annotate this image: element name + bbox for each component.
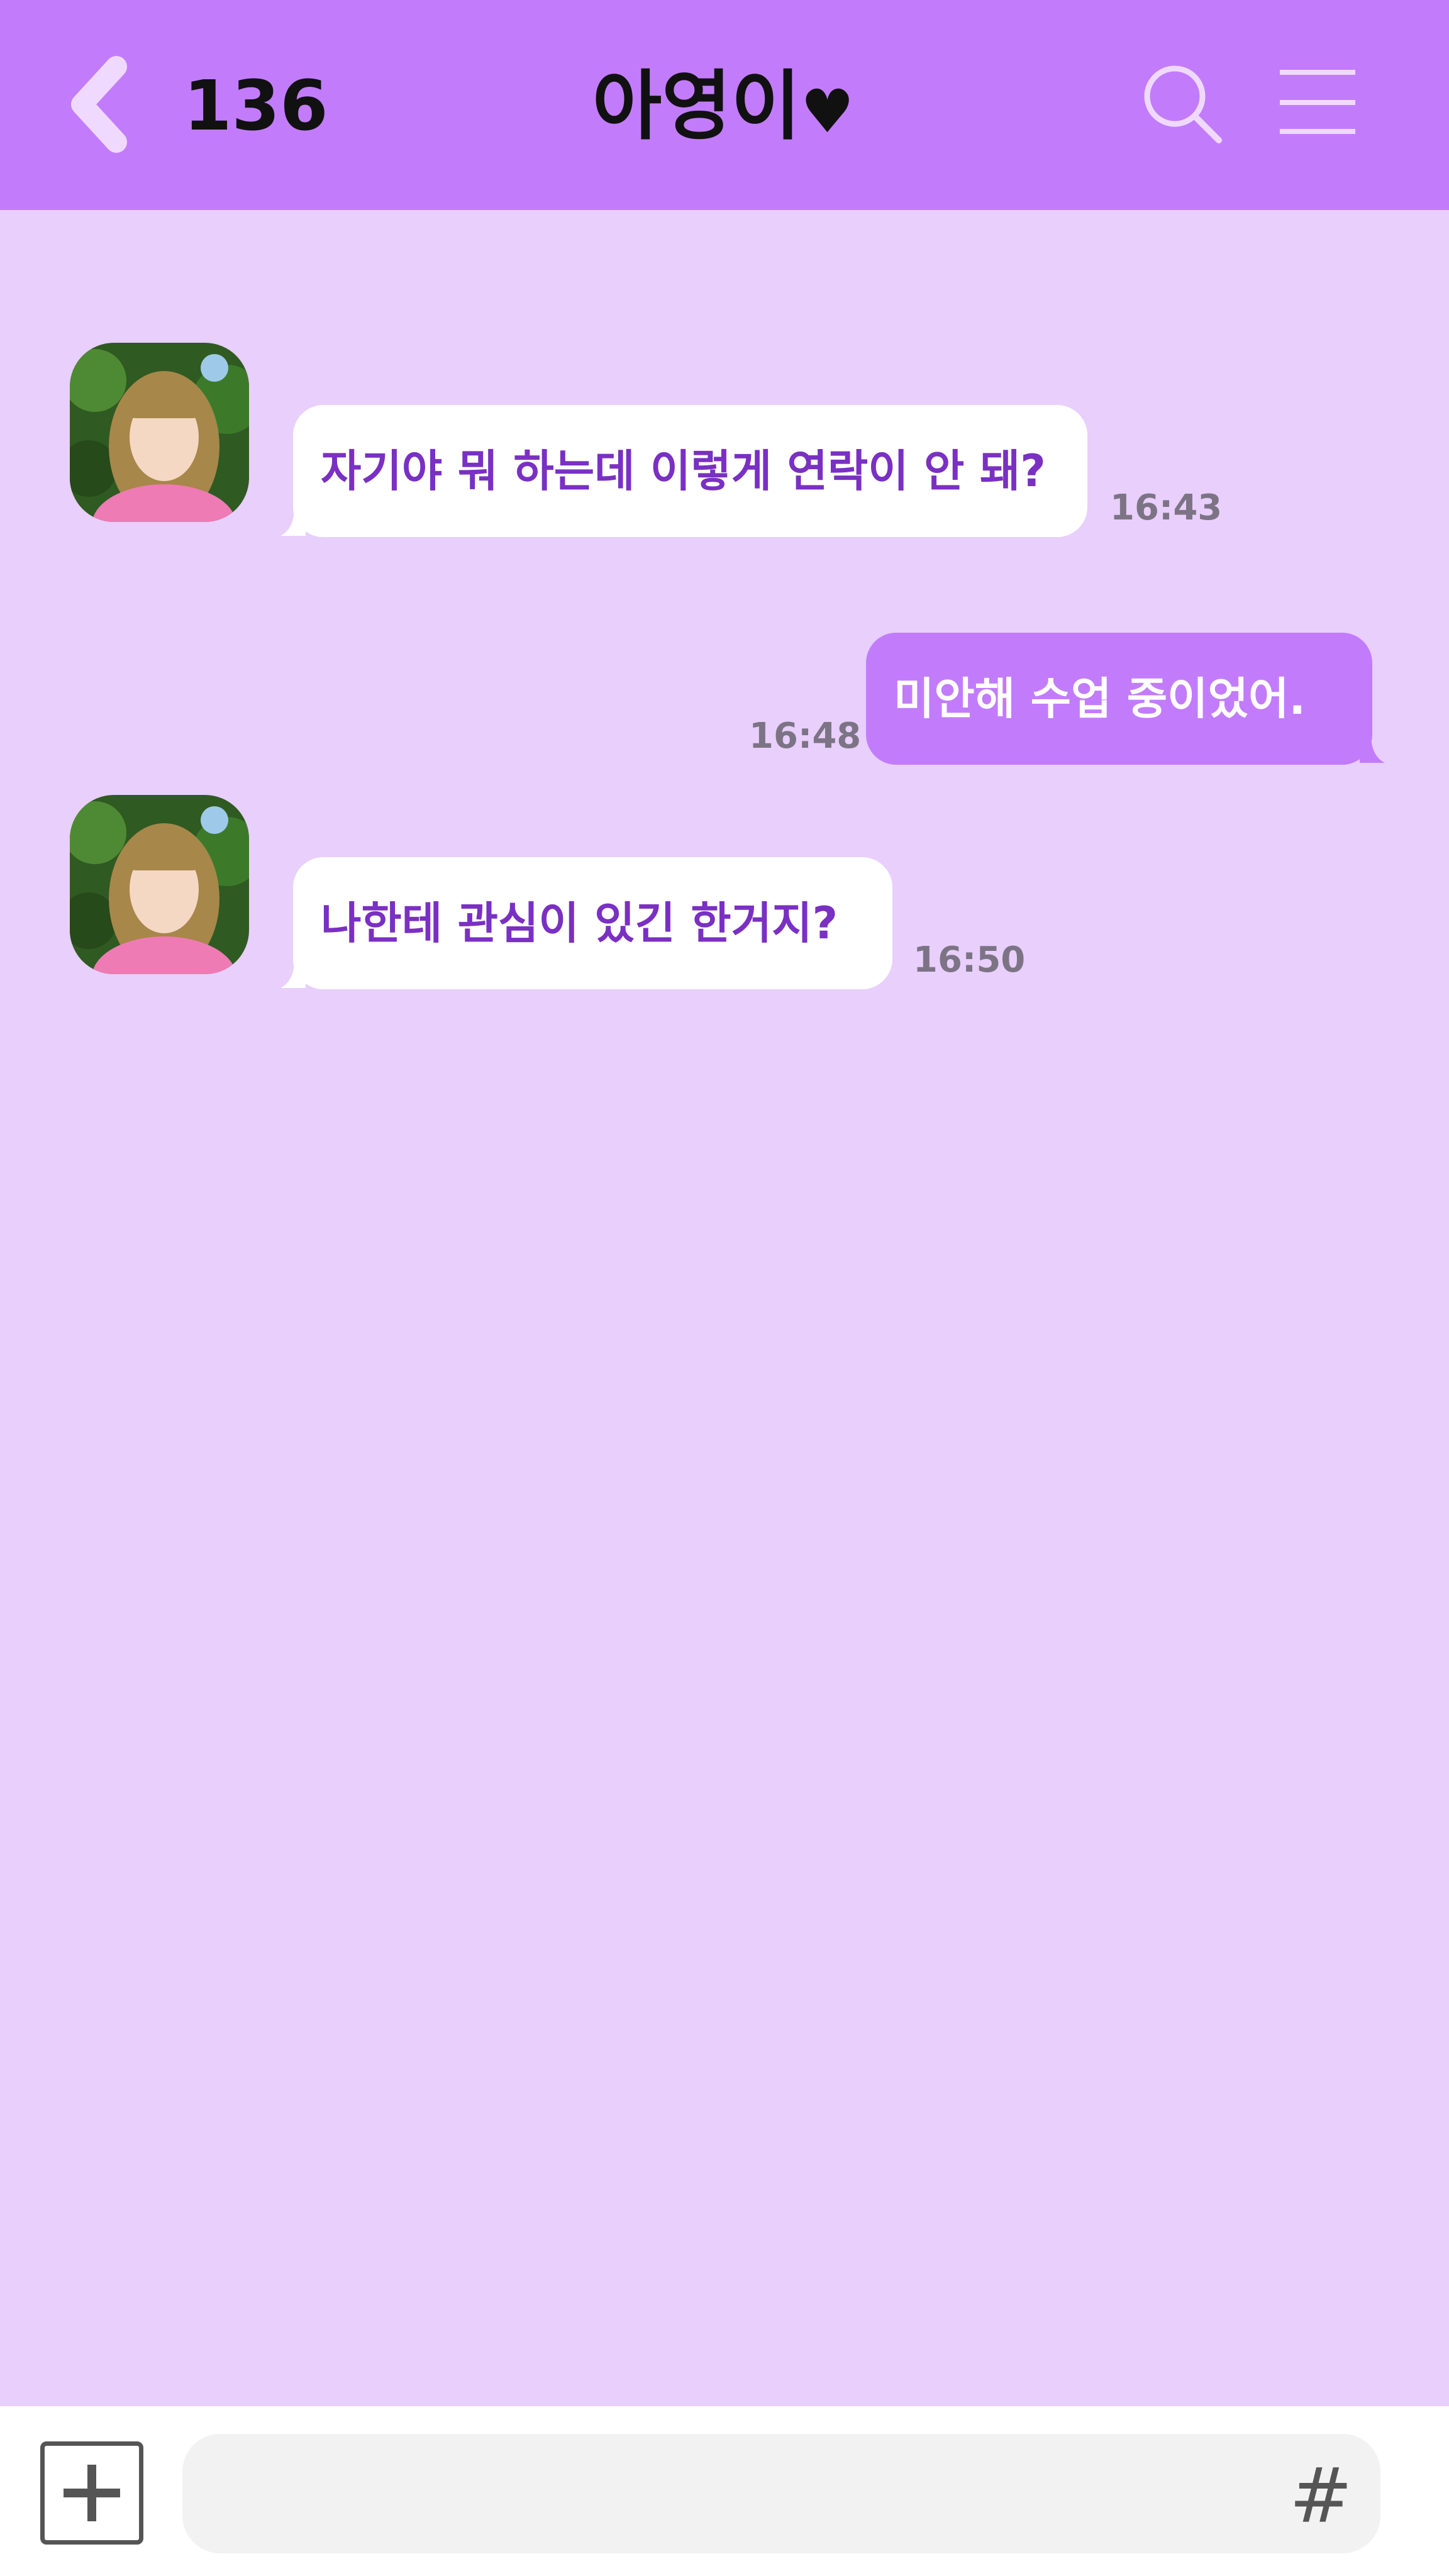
unread-count: 136 [184, 65, 328, 146]
menu-icon [1280, 70, 1355, 134]
search-button[interactable] [1138, 60, 1226, 148]
attach-button[interactable] [40, 2441, 143, 2545]
message-time: 16:50 [913, 940, 1026, 980]
message-bubble-incoming[interactable]: 나한테 관심이 있긴 한거지? [293, 857, 892, 989]
bubble-tail [280, 963, 306, 988]
chat-header: 136 아영이♥ [0, 0, 1449, 210]
message-text: 자기야 뭐 하는데 이렇게 연락이 안 돼? [321, 445, 1046, 497]
message-time: 16:43 [1110, 487, 1223, 528]
back-button[interactable] [66, 54, 142, 155]
avatar-image [70, 795, 249, 974]
chat-title-text: 아영이 [592, 63, 801, 150]
message-bubble-outgoing[interactable]: 미안해 수업 중이었어. [866, 633, 1372, 765]
plus-icon [64, 2465, 120, 2521]
message-text: 나한테 관심이 있긴 한거지? [321, 897, 838, 949]
hashtag-button[interactable]: # [1289, 2453, 1353, 2541]
chat-title: 아영이♥ [503, 63, 943, 156]
message-time: 16:48 [749, 716, 862, 757]
bubble-tail [1360, 738, 1385, 763]
avatar-image [70, 343, 249, 522]
avatar[interactable] [70, 343, 249, 522]
avatar[interactable] [70, 795, 249, 974]
message-text: 미안해 수업 중이었어. [894, 673, 1306, 724]
menu-button[interactable] [1277, 66, 1358, 135]
search-icon [1144, 65, 1222, 143]
bubble-tail [280, 511, 306, 536]
heart-icon: ♥ [801, 77, 855, 147]
message-bubble-incoming[interactable]: 자기야 뭐 하는데 이렇게 연락이 안 돼? [293, 405, 1087, 537]
chevron-left-icon [71, 56, 127, 153]
message-input[interactable] [182, 2434, 1380, 2553]
